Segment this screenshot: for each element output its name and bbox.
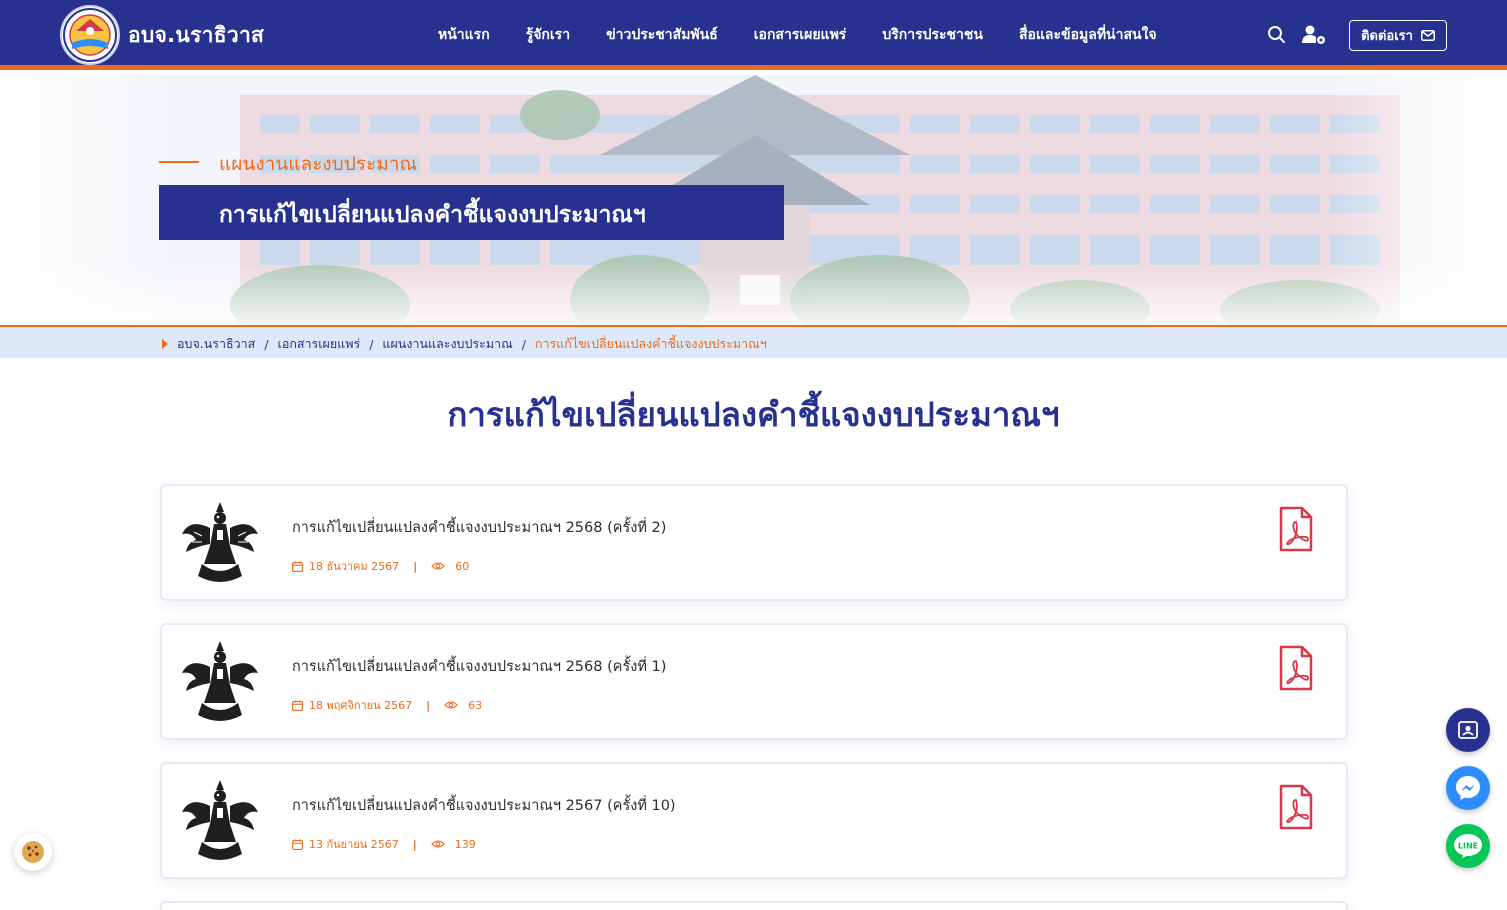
breadcrumb-plan-budget[interactable]: แผนงานและงบประมาณ [382, 334, 512, 354]
nav-about[interactable]: รู้จักเรา [508, 24, 588, 46]
eye-icon [431, 562, 445, 570]
hero-title-box: การแก้ไขเปลี่ยนแปลงคำชี้แจงงบประมาณฯ [159, 185, 784, 240]
calendar-icon [292, 838, 303, 850]
line-icon: LINE [1454, 834, 1482, 858]
nav-documents[interactable]: เอกสารเผยแพร่ [736, 24, 865, 46]
contact-label: ติดต่อเรา [1361, 29, 1413, 44]
brand-name[interactable]: อบจ.นราธิวาส [128, 19, 264, 52]
document-meta: 18 พฤศจิกายน 2567 | 63 [292, 696, 482, 714]
document-card[interactable]: การแก้ไขเปลี่ยนแปลงคำชี้แจงงบประมาณฯ 256… [160, 484, 1348, 601]
top-navbar: อบจ.นราธิวาส หน้าแรก รู้จักเรา ข่าวประชา… [0, 0, 1507, 70]
main-menu: หน้าแรก รู้จักเรา ข่าวประชาสัมพันธ์ เอกส… [420, 0, 1175, 70]
pdf-icon[interactable] [1278, 645, 1314, 691]
document-views: 60 [455, 559, 470, 573]
document-date: 18 ธันวาคม 2567 [309, 560, 400, 573]
cookie-consent-button[interactable] [14, 833, 52, 871]
breadcrumb-separator: / [521, 336, 526, 352]
document-meta: 13 กันยายน 2567 | 139 [292, 835, 476, 853]
document-date: 18 พฤศจิกายน 2567 [309, 699, 413, 712]
profile-card-icon [1458, 721, 1478, 739]
document-views: 139 [454, 837, 476, 851]
garuda-emblem-icon [182, 502, 258, 582]
contact-button[interactable]: ติดต่อเรา [1349, 20, 1447, 51]
calendar-icon [292, 699, 303, 711]
breadcrumb-documents[interactable]: เอกสารเผยแพร่ [278, 334, 361, 354]
hero-category: แผนงานและงบประมาณ [219, 153, 418, 175]
hero-banner: แผนงานและงบประมาณ การแก้ไขเปลี่ยนแปลงคำช… [0, 75, 1507, 325]
meta-separator: | [426, 698, 431, 712]
mail-icon [1420, 30, 1435, 41]
breadcrumb-arrow-icon [162, 339, 168, 349]
site-logo[interactable] [60, 5, 120, 65]
calendar-icon [292, 560, 303, 572]
document-views: 63 [468, 698, 483, 712]
messenger-button[interactable] [1446, 766, 1490, 810]
nav-media[interactable]: สื่อและข้อมูลที่น่าสนใจ [1001, 24, 1175, 46]
search-icon[interactable] [1266, 24, 1288, 46]
pdf-icon[interactable] [1278, 506, 1314, 552]
breadcrumb-current: การแก้ไขเปลี่ยนแปลงคำชี้แจงงบประมาณฯ [534, 336, 767, 351]
document-title[interactable]: การแก้ไขเปลี่ยนแปลงคำชี้แจงงบประมาณฯ 256… [292, 655, 666, 678]
contact-widget-button[interactable] [1446, 708, 1490, 752]
document-title[interactable]: การแก้ไขเปลี่ยนแปลงคำชี้แจงงบประมาณฯ 256… [292, 516, 666, 539]
meta-separator: | [413, 559, 418, 573]
document-card-partial[interactable] [160, 901, 1348, 910]
cookie-icon [22, 841, 44, 863]
nav-news[interactable]: ข่าวประชาสัมพันธ์ [588, 24, 736, 46]
document-date: 13 กันยายน 2567 [309, 838, 399, 851]
svg-text:LINE: LINE [1458, 842, 1478, 851]
user-gear-icon[interactable] [1301, 24, 1327, 46]
nav-home[interactable]: หน้าแรก [420, 24, 508, 46]
eye-icon [431, 840, 445, 848]
page-title: การแก้ไขเปลี่ยนแปลงคำชี้แจงงบประมาณฯ [447, 395, 1060, 434]
line-button[interactable]: LINE [1446, 824, 1490, 868]
garuda-emblem-icon [182, 641, 258, 721]
breadcrumb-separator: / [264, 336, 269, 352]
seal-emblem [63, 8, 117, 62]
garuda-emblem-icon [182, 780, 258, 860]
breadcrumb-separator: / [369, 336, 374, 352]
document-card[interactable]: การแก้ไขเปลี่ยนแปลงคำชี้แจงงบประมาณฯ 256… [160, 762, 1348, 879]
messenger-icon [1446, 766, 1490, 810]
breadcrumb-list: อบจ.นราธิวาส / เอกสารเผยแพร่ / แผนงานและ… [162, 334, 767, 354]
document-meta: 18 ธันวาคม 2567 | 60 [292, 557, 469, 575]
document-title[interactable]: การแก้ไขเปลี่ยนแปลงคำชี้แจงงบประมาณฯ 256… [292, 794, 676, 817]
breadcrumb: อบจ.นราธิวาส / เอกสารเผยแพร่ / แผนงานและ… [0, 325, 1507, 358]
document-card[interactable]: การแก้ไขเปลี่ยนแปลงคำชี้แจงงบประมาณฯ 256… [160, 623, 1348, 740]
hero-title: การแก้ไขเปลี่ยนแปลงคำชี้แจงงบประมาณฯ [219, 202, 646, 228]
pdf-icon[interactable] [1278, 784, 1314, 830]
breadcrumb-home[interactable]: อบจ.นราธิวาส [177, 334, 255, 354]
nav-services[interactable]: บริการประชาชน [864, 24, 1001, 46]
meta-separator: | [412, 837, 417, 851]
eyebrow-line [159, 161, 199, 163]
eye-icon [444, 701, 458, 709]
